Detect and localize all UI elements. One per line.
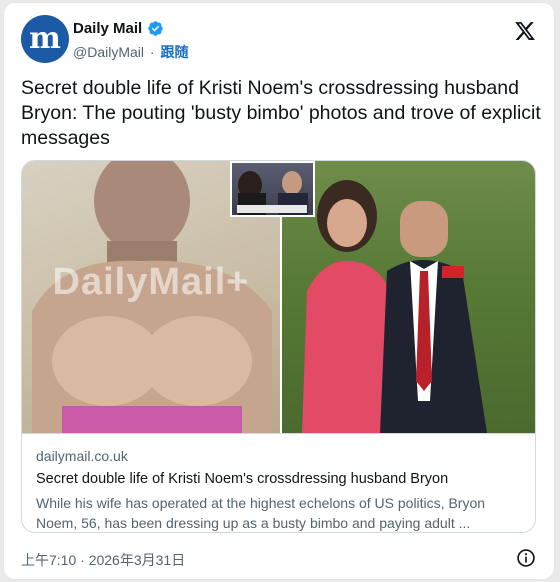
- author-handle[interactable]: @DailyMail: [73, 44, 144, 60]
- tweet-timestamp[interactable]: 上午7:10 · 2026年3月31日: [21, 550, 185, 570]
- author-name-row: Daily Mail: [73, 20, 164, 37]
- inset-photo: [230, 161, 315, 217]
- author-display-name[interactable]: Daily Mail: [73, 20, 142, 37]
- handle-separator: ·: [149, 44, 155, 60]
- right-photo-figures: [302, 180, 487, 433]
- avatar[interactable]: m: [21, 15, 69, 63]
- link-preview-image[interactable]: DailyMail+: [22, 161, 535, 433]
- watermark: DailyMail+: [52, 261, 250, 303]
- link-card-footer: dailymail.co.uk Secret double life of Kr…: [22, 433, 535, 532]
- verified-badge-icon: [148, 21, 163, 36]
- author-handle-row: @DailyMail · 跟随: [73, 42, 188, 62]
- info-icon[interactable]: [516, 548, 536, 568]
- right-photo: [282, 161, 535, 433]
- tweet-card: m Daily Mail @DailyMail · 跟随 Secret doub…: [3, 2, 555, 580]
- follow-button[interactable]: 跟随: [160, 44, 188, 60]
- inset-figures: [237, 171, 308, 215]
- tweet-text: Secret double life of Kristi Noem's cros…: [21, 77, 541, 149]
- link-description: While his wife has operated at the highe…: [36, 495, 486, 531]
- link-preview-card[interactable]: DailyMail+ dailymail.co.uk Secret double…: [21, 160, 536, 533]
- avatar-letter: m: [29, 21, 61, 56]
- x-logo-icon[interactable]: [514, 20, 536, 42]
- link-domain[interactable]: dailymail.co.uk: [36, 448, 521, 464]
- link-title[interactable]: Secret double life of Kristi Noem's cros…: [36, 471, 521, 487]
